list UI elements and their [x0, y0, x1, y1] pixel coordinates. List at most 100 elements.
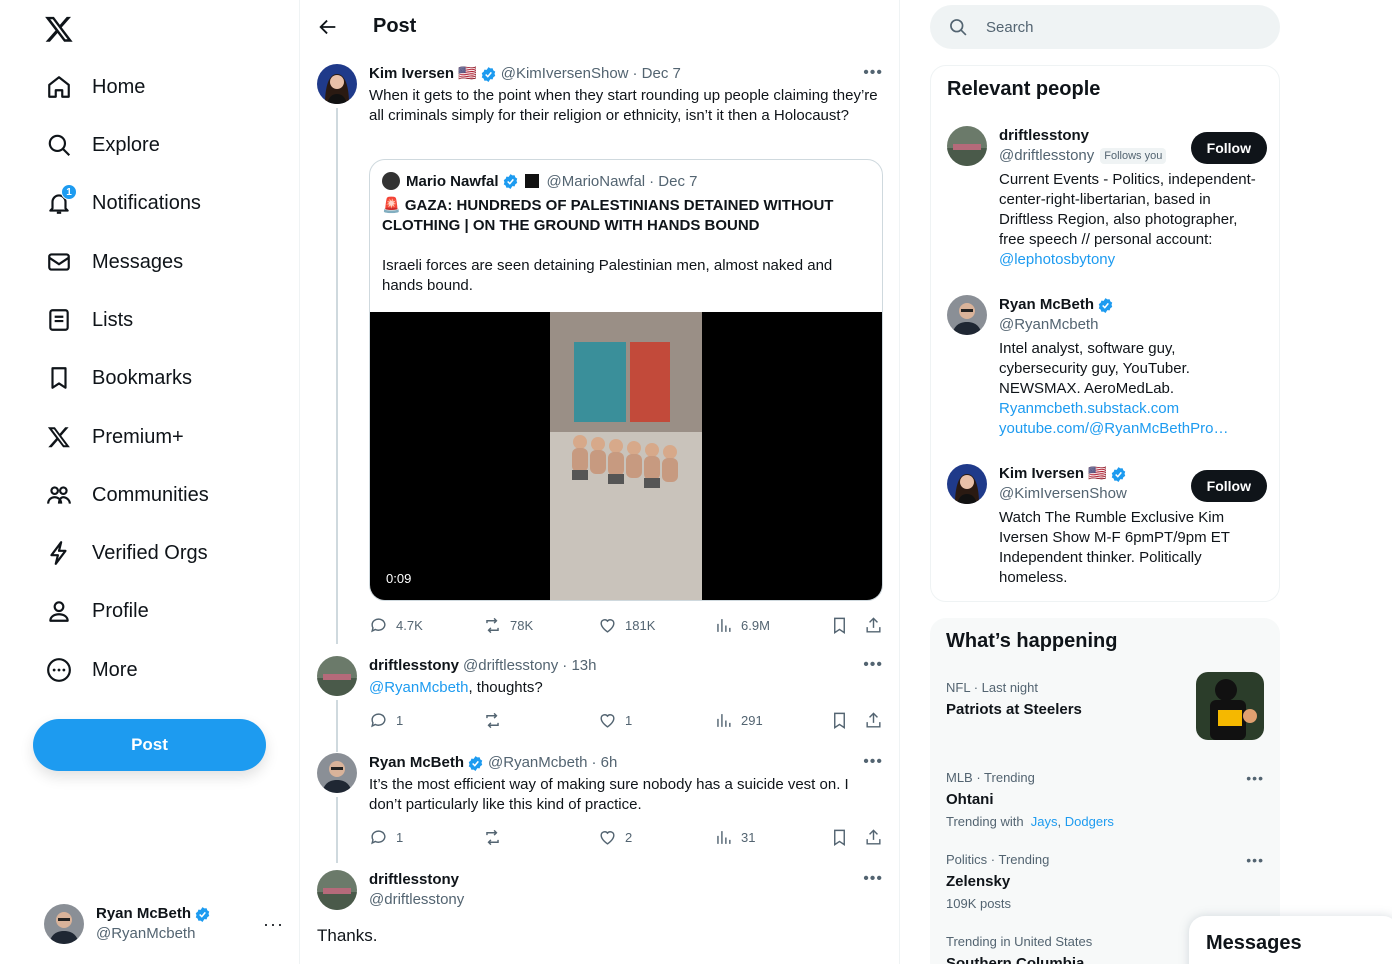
avatar	[382, 172, 400, 190]
person-name-row: Ryan McBeth	[999, 295, 1267, 315]
person-handle[interactable]: @RyanMcbeth	[999, 315, 1267, 335]
post-button[interactable]: Post	[33, 719, 266, 771]
avatar[interactable]	[947, 464, 987, 504]
tweet-header: driftlesstony @driftlesstony · 13h	[369, 656, 883, 676]
search-input[interactable]	[986, 18, 1246, 36]
repost-button[interactable]: 78K	[483, 613, 533, 637]
reply-tweet[interactable]: Ryan McBeth @RyanMcbeth · 6h ••• It’s th…	[300, 753, 900, 863]
trend-link[interactable]: Dodgers	[1065, 814, 1114, 829]
messages-drawer-label: Messages	[1206, 932, 1302, 954]
search-icon	[46, 132, 72, 158]
like-button[interactable]: 1	[598, 708, 632, 732]
bio-link[interactable]: @lephotosbytony	[999, 251, 1115, 268]
bio-link[interactable]: youtube.com/@RyanMcBethPro…	[999, 419, 1267, 439]
main-tweet[interactable]: Kim Iversen 🇺🇸 @KimIversenShow · Dec 7 •…	[300, 64, 900, 644]
avatar[interactable]	[947, 126, 987, 166]
tweet-more-icon[interactable]: •••	[863, 870, 883, 888]
avatar[interactable]	[317, 64, 357, 104]
nav-verified-orgs[interactable]: Verified Orgs	[32, 527, 222, 579]
tweet-more-icon[interactable]: •••	[863, 64, 883, 82]
trend-item[interactable]: NFL · Last night Patriots at Steelers	[946, 672, 1264, 740]
reply-button[interactable]: 1	[369, 708, 403, 732]
nav-home-label: Home	[92, 75, 146, 98]
back-arrow-icon[interactable]	[317, 16, 339, 38]
tweet-more-icon[interactable]: •••	[863, 753, 883, 771]
nav-profile-label: Profile	[92, 599, 149, 622]
repost-button[interactable]	[483, 825, 502, 849]
nav-notifications[interactable]: 1 Notifications	[32, 177, 215, 229]
author-handle[interactable]: @driftlesstony	[369, 890, 464, 910]
author-handle[interactable]: @KimIversenShow	[501, 64, 629, 84]
focused-reply[interactable]: driftlesstony @driftlesstony ••• Thanks.	[300, 870, 900, 964]
repost-button[interactable]	[483, 708, 502, 732]
share-button[interactable]	[864, 613, 883, 637]
reply-button[interactable]: 4.7K	[369, 613, 423, 637]
like-button[interactable]: 2	[598, 825, 632, 849]
bookmark-button[interactable]	[830, 613, 849, 637]
person-card[interactable]: Ryan McBeth @RyanMcbeth Intel analyst, s…	[947, 295, 1267, 445]
bookmark-button[interactable]	[830, 825, 849, 849]
bio-link[interactable]: Ryanmcbeth.substack.com	[999, 399, 1267, 419]
follow-button[interactable]: Follow	[1190, 470, 1267, 502]
bookmark-button[interactable]	[830, 708, 849, 732]
nav-lists[interactable]: Lists	[32, 294, 147, 346]
nav-bookmarks[interactable]: Bookmarks	[32, 352, 206, 404]
person-name[interactable]: Kim Iversen	[999, 464, 1084, 484]
nav-premium[interactable]: Premium+	[32, 411, 198, 463]
messages-drawer[interactable]: Messages	[1189, 916, 1392, 964]
person-name[interactable]: Ryan McBeth	[999, 295, 1094, 315]
person-card[interactable]: driftlesstony @driftlesstony Follows you …	[947, 126, 1267, 276]
author-name[interactable]: driftlesstony	[369, 870, 459, 890]
quote-tweet[interactable]: Mario Nawfal @MarioNawfal · Dec 7 🚨 GAZA…	[369, 159, 883, 601]
share-button[interactable]	[864, 825, 883, 849]
nav-home[interactable]: Home	[32, 61, 159, 113]
list-icon	[46, 307, 72, 333]
author-name[interactable]: driftlesstony	[369, 656, 459, 676]
reply-button[interactable]: 1	[369, 825, 403, 849]
follows-you-badge: Follows you	[1100, 148, 1167, 164]
author-handle[interactable]: @driftlesstony	[463, 656, 558, 676]
nav-messages[interactable]: Messages	[32, 236, 197, 288]
search-bar[interactable]	[930, 5, 1280, 49]
nav-communities[interactable]: Communities	[32, 469, 223, 521]
author-name[interactable]: Ryan McBeth	[369, 753, 464, 773]
reply-tweet[interactable]: driftlesstony @driftlesstony · 13h ••• @…	[300, 656, 900, 752]
trend-item[interactable]: MLB · Trending Ohtani Trending with Jays…	[946, 770, 1264, 830]
account-switcher[interactable]: Ryan McBeth @RyanMcbeth ···	[44, 900, 284, 948]
views-icon	[717, 618, 731, 632]
mention-link[interactable]: @RyanMcbeth	[369, 679, 468, 696]
person-card[interactable]: Kim Iversen 🇺🇸 @KimIversenShow Watch The …	[947, 464, 1267, 594]
avatar[interactable]	[947, 295, 987, 335]
trend-item[interactable]: Politics · Trending Zelensky 109K posts …	[946, 852, 1264, 912]
views-button[interactable]: 291	[714, 708, 763, 732]
account-more-icon[interactable]: ···	[263, 914, 284, 935]
tweet-time[interactable]: · 13h	[562, 656, 596, 676]
views-button[interactable]: 31	[714, 825, 755, 849]
avatar	[44, 904, 84, 944]
follow-button[interactable]: Follow	[1190, 132, 1267, 164]
tweet-header: Ryan McBeth @RyanMcbeth · 6h	[369, 753, 883, 773]
share-button[interactable]	[864, 708, 883, 732]
avatar[interactable]	[317, 753, 357, 793]
x-logo-icon[interactable]	[44, 14, 74, 44]
tweet-actions: 1 1 291	[369, 708, 883, 732]
quote-header: Mario Nawfal @MarioNawfal · Dec 7	[382, 172, 697, 190]
tweet-more-icon[interactable]: •••	[863, 656, 883, 674]
author-name[interactable]: Kim Iversen	[369, 64, 454, 84]
tweet-time[interactable]: · 6h	[591, 753, 617, 773]
video-player[interactable]: 0:09	[370, 312, 882, 600]
nav-more[interactable]: More	[32, 644, 152, 696]
avatar[interactable]	[317, 656, 357, 696]
repost-icon	[486, 617, 499, 633]
trend-more-icon[interactable]: •••	[1246, 770, 1264, 786]
views-button[interactable]: 6.9M	[714, 613, 770, 637]
author-handle[interactable]: @RyanMcbeth	[488, 753, 587, 773]
avatar[interactable]	[317, 870, 357, 910]
like-button[interactable]: 181K	[598, 613, 655, 637]
trend-link[interactable]: Jays	[1031, 814, 1058, 829]
nav-profile[interactable]: Profile	[32, 585, 163, 637]
nav-explore[interactable]: Explore	[32, 119, 174, 171]
person-handle[interactable]: @driftlesstony	[999, 146, 1094, 166]
trend-more-icon[interactable]: •••	[1246, 852, 1264, 868]
tweet-date[interactable]: · Dec 7	[633, 64, 681, 84]
